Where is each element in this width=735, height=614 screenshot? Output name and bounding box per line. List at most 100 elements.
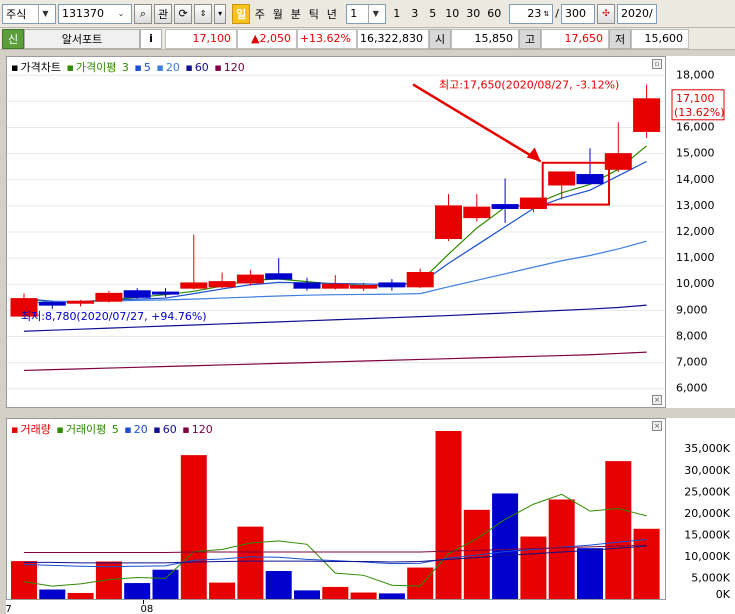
volume-bar <box>548 499 575 599</box>
chevron-down-icon[interactable]: ▼ <box>38 4 52 23</box>
price-chart-panel[interactable]: 최고:17,650(2020/08/27, -3.12%) 최저:8,780(20… <box>6 56 666 408</box>
market-select-label: 주식 <box>6 7 27 21</box>
period-tab-3[interactable]: 분 <box>287 4 304 24</box>
legend-marker: ▪ <box>11 61 19 74</box>
price-tick-label: 16,000 <box>676 121 715 134</box>
panel-close-icon[interactable]: × <box>652 395 662 405</box>
interval-button-1[interactable]: 1 <box>388 4 405 24</box>
volume-tick-label: 25,000K <box>684 485 730 498</box>
candle-body <box>293 282 321 289</box>
high-label: 고 <box>519 28 541 49</box>
candle-body <box>152 291 179 295</box>
volume-bar <box>520 536 547 599</box>
candle-body <box>208 281 236 288</box>
legend-marker: ▪ <box>156 61 164 74</box>
count-separator: / <box>555 7 559 20</box>
more-icon[interactable]: ▾ <box>214 3 227 24</box>
price-ma-5: 5 <box>143 61 151 74</box>
price-chart-svg: 최고:17,650(2020/08/27, -3.12%) 최저:8,780(20… <box>7 74 665 390</box>
interval-button-5[interactable]: 5 <box>424 4 441 24</box>
legend-marker: ▪ <box>66 61 74 74</box>
code-dropdown-icon[interactable]: ⌄ <box>114 5 128 23</box>
volume-bar <box>67 592 94 599</box>
volume-tick-label: 20,000K <box>684 507 730 520</box>
trade-volume: 16,322,830 <box>357 28 429 49</box>
period-tab-4[interactable]: 틱 <box>305 4 322 24</box>
legend-marker: ▪ <box>182 423 190 436</box>
volume-tick-label: 15,000K <box>684 528 730 541</box>
code-input[interactable]: 131370 ⌄ <box>58 3 132 24</box>
price-ma-60: 60 <box>194 61 209 74</box>
interval-button-30[interactable]: 30 <box>463 4 483 24</box>
candle-body <box>463 206 491 219</box>
volume-panel-close-icon[interactable]: × <box>652 421 662 431</box>
refresh-icon[interactable]: ⟳ <box>174 3 193 24</box>
price-tick-label: 11,000 <box>676 251 715 264</box>
count-input[interactable]: 23 ⇅ <box>509 3 554 24</box>
volume-ma-60: 60 <box>162 423 177 436</box>
period-tab-1[interactable]: 주 <box>251 4 268 24</box>
candle-body <box>491 204 519 209</box>
volume-ma-5: 5 <box>111 423 119 436</box>
candle-body <box>350 285 378 289</box>
volume-bar <box>633 528 660 599</box>
price-change-pct: +13.62% <box>297 28 357 49</box>
candle-body <box>236 274 264 284</box>
candle-body <box>321 283 349 289</box>
price-tick-label: 13,000 <box>676 199 715 212</box>
price-tick-label: 14,000 <box>676 173 715 186</box>
legend-marker: ▪ <box>124 423 132 436</box>
total-input[interactable]: 300 <box>560 3 595 24</box>
current-price: 17,100 <box>165 28 237 49</box>
unit-dropdown-icon[interactable]: ▼ <box>368 4 382 23</box>
volume-bar <box>152 569 179 599</box>
volume-bar <box>11 561 37 599</box>
stock-name[interactable]: 알서포트 <box>24 28 140 49</box>
stock-badge: 신 <box>2 28 24 49</box>
volume-chart-svg <box>11 431 660 599</box>
period-tab-5[interactable]: 년 <box>323 4 340 24</box>
price-ma-label: 가격이평 <box>75 61 117 74</box>
period-tab-2[interactable]: 월 <box>269 4 286 24</box>
market-select[interactable]: 주식 ▼ <box>2 3 56 24</box>
price-tick-label: 12,000 <box>676 225 715 238</box>
candle-body <box>435 205 462 240</box>
candle-body <box>548 171 576 186</box>
volume-chart-panel[interactable]: ▪ 거래량 ▪ 거래이평 5 ▪ 20 ▪ 60 ▪ 120 × <box>6 418 666 600</box>
date-input[interactable]: 2020/ <box>616 3 657 24</box>
volume-legend-title: 거래량 <box>20 423 51 436</box>
info-button[interactable]: i <box>140 28 162 49</box>
panel-menu-icon[interactable]: ▫ <box>652 59 662 69</box>
last-pct-label: (13.62%) <box>674 106 725 119</box>
volume-bar <box>350 592 377 599</box>
candle-body <box>180 282 208 289</box>
candle-body <box>123 290 151 298</box>
updown-spinner-icon[interactable]: ⇕ <box>194 3 213 24</box>
candle-body <box>633 98 661 132</box>
legend-marker: ▪ <box>214 61 222 74</box>
search-icon[interactable]: ⌕ <box>134 3 152 24</box>
price-tick-label: 8,000 <box>676 329 708 342</box>
interval-button-10[interactable]: 10 <box>442 4 462 24</box>
annotation-arrow-line <box>412 83 542 163</box>
gwan-button[interactable]: 관 <box>154 3 173 24</box>
settings-icon[interactable]: ✣ <box>596 3 615 24</box>
high-price: 17,650 <box>541 28 609 49</box>
unit-select[interactable]: 1 ▼ <box>346 3 387 24</box>
low-annotation: 최저:8,780(2020/07/27, +94.76%) <box>21 310 207 323</box>
period-tab-0[interactable]: 일 <box>232 3 251 24</box>
count-spin-icon[interactable]: ⇅ <box>543 10 549 18</box>
code-value: 131370 <box>62 7 104 20</box>
interval-button-60[interactable]: 60 <box>484 4 504 24</box>
legend-marker: ▪ <box>153 423 161 436</box>
price-ma-20: 20 <box>165 61 180 74</box>
volume-bar <box>605 461 632 599</box>
candle-body <box>378 282 406 288</box>
legend-marker: ▪ <box>56 423 64 436</box>
price-axis-svg: 6,000 7,000 8,000 9,000 10,000 11,000 12,000 13… <box>671 68 725 395</box>
interval-button-3[interactable]: 3 <box>406 4 423 24</box>
price-tick-label: 18,000 <box>676 68 715 81</box>
period-tabs: 일주월분틱년 <box>232 3 340 24</box>
price-tick-label: 7,000 <box>676 356 708 369</box>
low-price: 15,600 <box>631 28 689 49</box>
